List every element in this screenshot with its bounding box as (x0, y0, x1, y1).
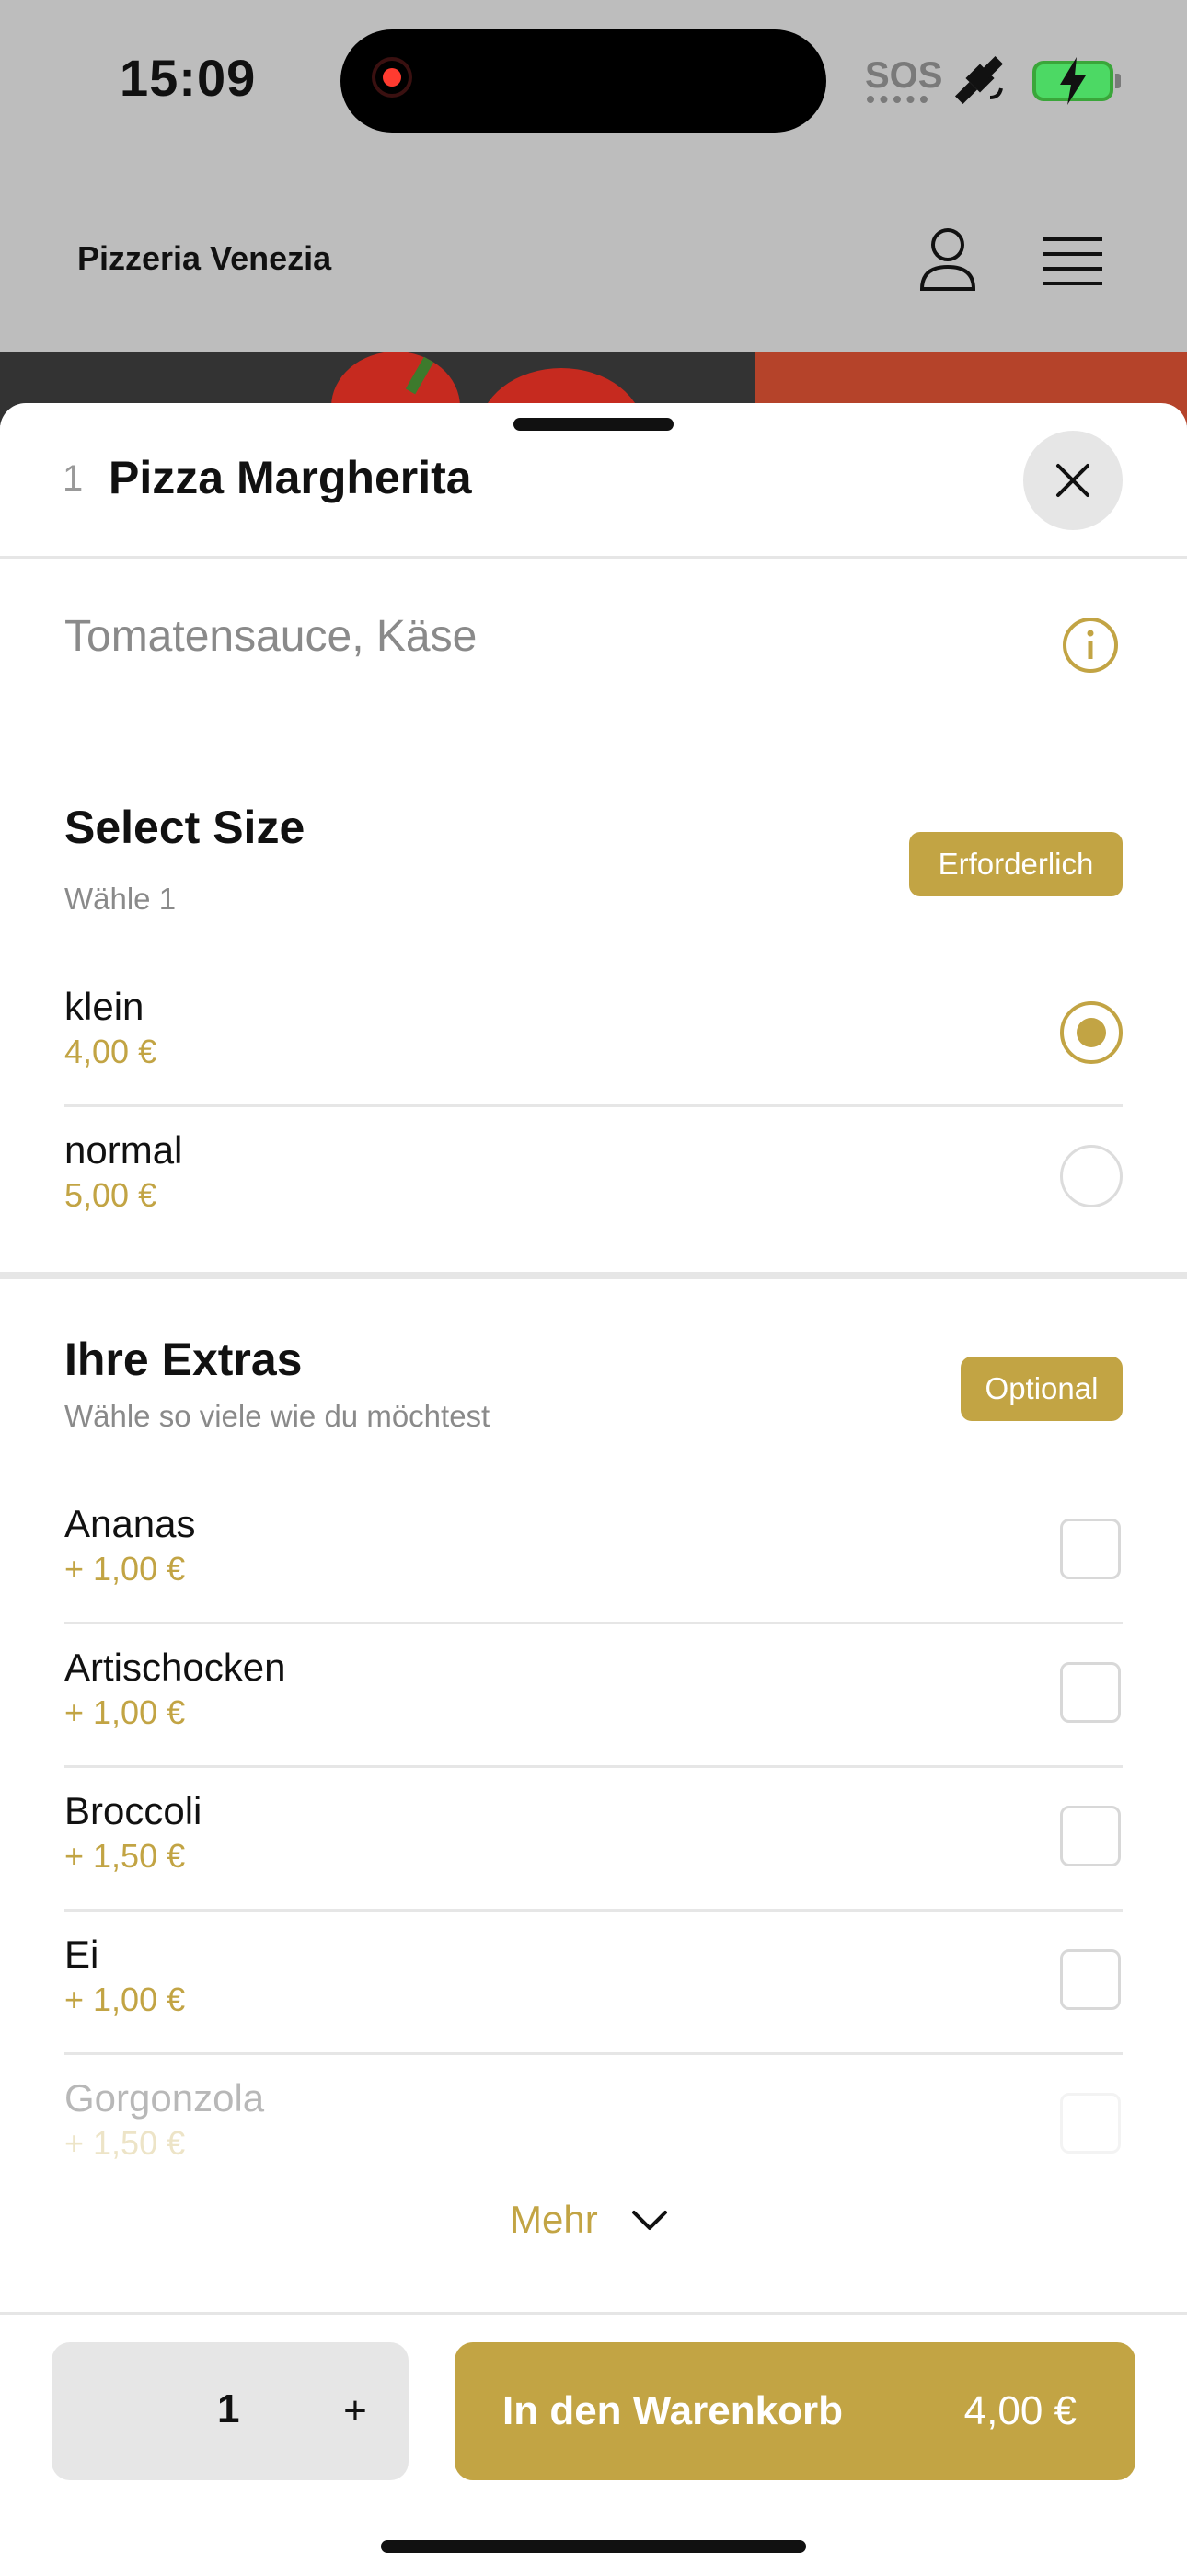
extra-price: + 1,00 € (64, 1550, 186, 1588)
status-time: 15:09 (120, 49, 257, 107)
size-section-title: Select Size (64, 802, 305, 853)
section-divider (0, 1272, 1187, 1279)
extra-price: + 1,50 € (64, 1837, 186, 1875)
add-to-cart-label: In den Warenkorb (502, 2388, 843, 2433)
close-button[interactable] (1023, 431, 1123, 530)
required-badge: Erforderlich (909, 832, 1123, 896)
bottom-action-bar: 1 + In den Warenkorb 4,00 € (0, 2312, 1187, 2576)
extras-section-subtitle: Wähle so viele wie du möchtest (64, 1399, 490, 1433)
recording-icon (372, 57, 412, 98)
divider (64, 1765, 1123, 1768)
sos-indicator: SOS (865, 55, 943, 96)
option-name: normal (64, 1128, 183, 1172)
product-title: Pizza Margherita (109, 452, 472, 503)
menu-icon[interactable] (1043, 236, 1102, 287)
extra-price: + 1,00 € (64, 1981, 186, 2018)
battery-tip (1115, 74, 1121, 88)
extra-price: + 1,50 € (64, 2124, 186, 2162)
charging-bolt-icon (1060, 57, 1086, 105)
extra-name: Ei (64, 1933, 99, 1976)
sheet-header: 1 Pizza Margherita (0, 403, 1187, 559)
user-icon[interactable] (918, 226, 977, 293)
checkbox[interactable] (1060, 1949, 1121, 2010)
checkbox[interactable] (1060, 1806, 1121, 1866)
item-number: 1 (63, 458, 84, 499)
divider (64, 1104, 1123, 1107)
satellite-icon (954, 55, 1004, 105)
radio-button-selected[interactable] (1060, 1001, 1123, 1064)
show-more-label: Mehr (510, 2198, 598, 2241)
cart-total: 4,00 € (963, 2388, 1077, 2433)
option-name: klein (64, 985, 144, 1028)
checkbox[interactable] (1060, 1662, 1121, 1723)
option-price: 4,00 € (64, 1033, 157, 1070)
home-indicator[interactable] (381, 2540, 806, 2553)
extra-price: + 1,00 € (64, 1693, 186, 1731)
extras-section-title: Ihre Extras (64, 1334, 303, 1385)
quantity-value: 1 (217, 2386, 240, 2432)
product-description: Tomatensauce, Käse (64, 612, 478, 661)
add-to-cart-button[interactable]: In den Warenkorb 4,00 € (455, 2342, 1135, 2480)
size-section-subtitle: Wähle 1 (64, 882, 177, 916)
chevron-down-icon (632, 2211, 667, 2230)
sos-dots (867, 96, 928, 110)
app-header: Pizzeria Venezia (0, 166, 1187, 352)
extra-name: Broccoli (64, 1789, 202, 1832)
extra-name: Ananas (64, 1502, 196, 1545)
extra-name: Gorgonzola (64, 2076, 265, 2120)
radio-button[interactable] (1060, 1145, 1123, 1207)
close-icon (1056, 464, 1089, 497)
info-icon[interactable] (1062, 617, 1119, 674)
checkbox[interactable] (1060, 1519, 1121, 1579)
extra-name: Artischocken (64, 1646, 286, 1689)
quantity-stepper[interactable]: 1 + (52, 2342, 409, 2480)
status-bar: 15:09 SOS (0, 0, 1187, 166)
dynamic-island (340, 29, 826, 133)
brand-name[interactable]: Pizzeria Venezia (77, 239, 331, 278)
checkbox[interactable] (1060, 2093, 1121, 2154)
divider (64, 2052, 1123, 2055)
increment-button[interactable]: + (328, 2379, 383, 2443)
option-price: 5,00 € (64, 1176, 157, 1214)
divider (64, 1909, 1123, 1912)
divider (64, 1622, 1123, 1624)
product-sheet: 1 Pizza Margherita Tomatensauce, Käse Se… (0, 403, 1187, 2573)
optional-badge: Optional (961, 1357, 1123, 1421)
